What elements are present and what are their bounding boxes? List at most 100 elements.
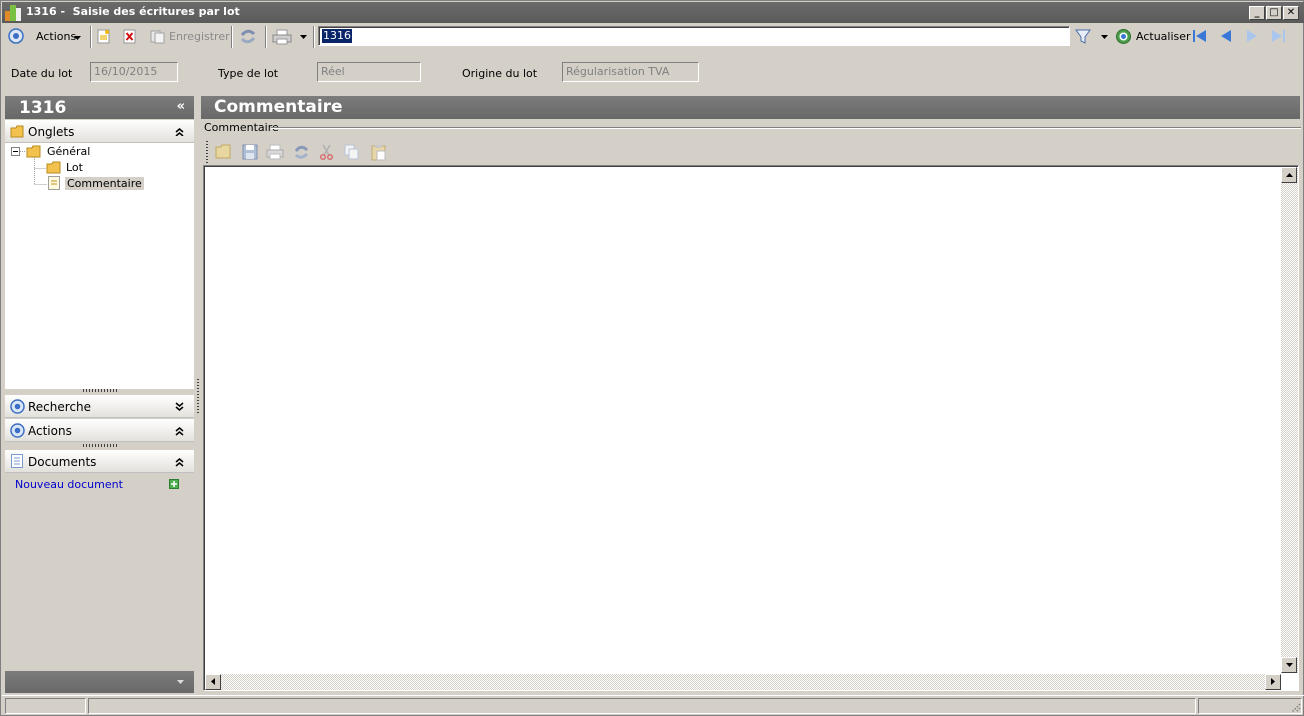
window-title: 1316 - Saisie des écritures par lot <box>26 5 240 18</box>
main-panel-header: Commentaire <box>201 96 1300 119</box>
cut-icon[interactable] <box>319 144 334 160</box>
scroll-up-button[interactable] <box>1281 167 1297 183</box>
recherche-group-label: Recherche <box>28 400 92 414</box>
title-bar[interactable]: 1316 - Saisie des écritures par lot _ □ … <box>2 2 1304 23</box>
scroll-left-button[interactable] <box>205 674 221 690</box>
origine-du-lot-label: Origine du lot <box>462 67 538 80</box>
actions-group-header[interactable]: Actions <box>5 419 194 442</box>
toolbar-grip[interactable] <box>206 141 208 163</box>
main-panel-title: Commentaire <box>214 97 343 117</box>
chevron-down-icon[interactable] <box>1101 35 1108 39</box>
new-document-icon[interactable] <box>97 29 111 44</box>
tree-item-general[interactable]: Général <box>47 145 90 158</box>
target-icon <box>10 399 25 414</box>
printer-icon[interactable] <box>266 144 284 160</box>
minimize-button[interactable]: _ <box>1249 6 1265 20</box>
left-panel-header: 1316 « <box>5 96 194 119</box>
documents-group-label: Documents <box>28 455 97 469</box>
folder-icon <box>46 161 61 174</box>
document-icon <box>11 454 23 468</box>
filter-icon[interactable] <box>1075 28 1091 45</box>
scroll-right-button[interactable] <box>1265 674 1281 690</box>
documents-group-header[interactable]: Documents <box>5 450 194 473</box>
chevron-double-up-icon <box>175 427 184 436</box>
add-icon[interactable] <box>169 479 179 489</box>
target-icon[interactable] <box>8 28 24 44</box>
recherche-group-header[interactable]: Recherche <box>5 395 194 418</box>
refresh-icon[interactable] <box>293 144 310 160</box>
arrow-down-icon <box>1285 663 1293 667</box>
group-divider <box>271 127 1301 129</box>
new-document-link[interactable]: Nouveau document <box>15 478 123 491</box>
scroll-down-button[interactable] <box>1281 657 1297 673</box>
arrow-up-icon <box>1285 173 1293 177</box>
onglets-group-label: Onglets <box>28 125 75 139</box>
paste-icon[interactable] <box>371 144 387 161</box>
application-window: 1316 - Saisie des écritures par lot _ □ … <box>0 0 1304 716</box>
splitter-grip[interactable] <box>83 389 117 392</box>
refresh-circle-icon[interactable] <box>1115 28 1132 45</box>
toolbar-separator <box>231 26 233 48</box>
tree-item-lot[interactable]: Lot <box>66 161 83 174</box>
chevron-down-icon[interactable] <box>300 35 307 39</box>
left-panel-footer <box>5 671 194 693</box>
chevron-double-up-icon <box>175 128 184 136</box>
tree-expander[interactable] <box>11 147 20 156</box>
resize-grip-icon[interactable] <box>1289 701 1301 713</box>
chevron-down-icon[interactable] <box>177 680 184 684</box>
actions-menu-label: Actions <box>36 30 77 43</box>
record-search-value: 1316 <box>322 29 352 43</box>
document-icon <box>48 176 60 190</box>
tabs-tree: Général Lot Commentaire <box>5 143 194 389</box>
main-toolbar: Actions Enregistrer 1316 Actualiser <box>2 24 1304 49</box>
type-de-lot-field[interactable]: Réel <box>317 62 421 82</box>
save-icon[interactable] <box>150 29 166 44</box>
maximize-button[interactable]: □ <box>1266 6 1282 20</box>
date-du-lot-label: Date du lot <box>11 67 73 80</box>
first-record-icon[interactable] <box>1192 29 1208 43</box>
origine-du-lot-field[interactable]: Régularisation TVA <box>562 62 699 82</box>
record-search-input[interactable]: 1316 <box>318 26 1070 46</box>
open-folder-icon[interactable] <box>215 144 232 159</box>
last-record-icon[interactable] <box>1270 29 1286 43</box>
onglets-group-header[interactable]: Onglets <box>5 120 194 143</box>
app-icon <box>5 5 21 21</box>
chevron-double-down-icon <box>175 402 184 411</box>
save-button-label[interactable]: Enregistrer <box>169 30 230 43</box>
target-icon <box>10 423 25 438</box>
folder-icon <box>10 125 24 138</box>
vertical-scrollbar[interactable] <box>1281 167 1298 673</box>
close-button[interactable]: ✕ <box>1283 6 1299 20</box>
splitter-grip[interactable] <box>83 444 117 447</box>
horizontal-scrollbar[interactable] <box>205 674 1281 690</box>
arrow-right-icon <box>1271 678 1275 685</box>
tree-item-commentaire[interactable]: Commentaire <box>65 177 144 190</box>
chevron-double-up-icon <box>175 458 184 467</box>
toolbar-separator <box>90 26 92 48</box>
actions-group-label: Actions <box>28 424 72 438</box>
status-cell <box>1198 698 1302 714</box>
printer-icon[interactable] <box>272 29 292 45</box>
left-panel-title: 1316 <box>19 98 67 118</box>
status-cell <box>5 698 86 714</box>
collapse-panel-button[interactable]: « <box>177 99 185 114</box>
folder-icon <box>26 145 41 158</box>
copy-icon[interactable] <box>344 144 360 160</box>
next-record-icon[interactable] <box>1245 29 1259 43</box>
previous-record-icon[interactable] <box>1219 29 1233 43</box>
toolbar-separator <box>313 26 315 48</box>
arrow-left-icon <box>211 678 215 685</box>
toolbar-separator <box>265 26 267 48</box>
save-icon[interactable] <box>242 144 258 160</box>
type-de-lot-label: Type de lot <box>218 67 279 80</box>
refresh-icon[interactable] <box>239 28 257 45</box>
comment-editor[interactable] <box>203 165 1299 691</box>
delete-icon[interactable] <box>123 29 137 44</box>
chevron-down-icon <box>74 36 81 40</box>
status-cell <box>88 698 1196 714</box>
status-bar <box>2 695 1304 715</box>
refresh-button-label[interactable]: Actualiser <box>1136 30 1191 43</box>
date-du-lot-field[interactable]: 16/10/2015 <box>90 62 178 82</box>
panel-splitter[interactable] <box>197 379 199 413</box>
actions-menu-button[interactable]: Actions <box>32 26 84 47</box>
